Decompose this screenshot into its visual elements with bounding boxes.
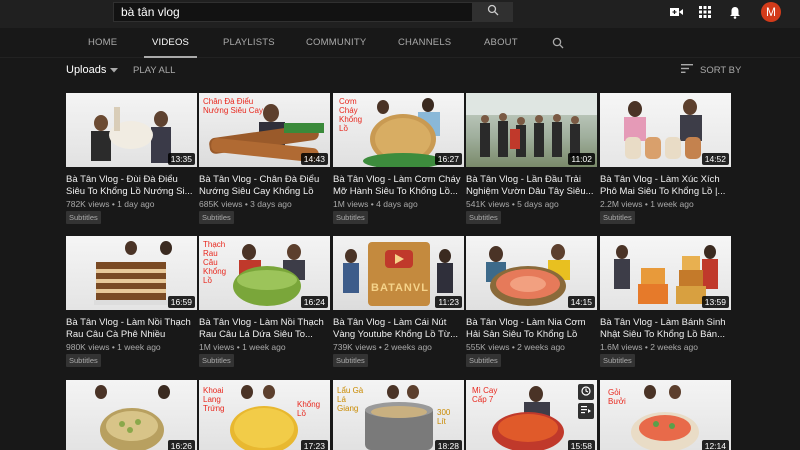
thumbnail-caption: Cơm Cháy Khổng Lồ [339, 97, 363, 133]
video-title[interactable]: Bà Tân Vlog - Làm Nồi Thạch Rau Câu Lá D… [199, 317, 330, 341]
watch-later-button[interactable] [578, 384, 594, 400]
video-title[interactable]: Bà Tân Vlog - Làm Xúc Xích Phô Mai Siêu … [600, 174, 731, 198]
masthead: M [0, 0, 800, 28]
tab-about[interactable]: ABOUT [484, 28, 518, 58]
subtitles-badge: Subtitles [600, 354, 635, 367]
duration-badge: 14:43 [300, 153, 328, 165]
video-thumbnail[interactable]: 14:52 [600, 93, 731, 167]
duration-badge: 11:02 [568, 153, 595, 165]
thumbnail-caption: Lẩu Gà Lá Giang [337, 386, 364, 413]
duration-badge: 16:24 [300, 296, 328, 308]
video-thumbnail[interactable]: Cơm Cháy Khổng Lồ 16:27 [333, 93, 464, 167]
video-metadata: 1M views • 4 days ago [333, 199, 418, 209]
uploads-dropdown[interactable]: Uploads [66, 64, 119, 76]
subtitles-badge: Subtitles [66, 211, 101, 224]
search-button[interactable] [473, 2, 513, 22]
duration-badge: 14:15 [567, 296, 595, 308]
queue-icon [581, 402, 591, 420]
search-box[interactable] [113, 2, 473, 22]
video-metadata: 980K views • 1 week ago [66, 342, 161, 352]
channel-search-icon[interactable] [552, 37, 564, 49]
duration-badge: 16:59 [167, 296, 195, 308]
duration-badge: 14:52 [701, 153, 729, 165]
video-metadata: 1M views • 1 week ago [199, 342, 286, 352]
video-thumbnail[interactable]: Mì Cay Cấp 7 15:58 [466, 380, 597, 450]
dropdown-caret-icon [110, 64, 119, 76]
video-camera-icon[interactable] [669, 5, 683, 19]
tab-channels[interactable]: CHANNELS [398, 28, 451, 58]
apps-grid-icon[interactable] [698, 5, 712, 19]
video-metadata: 541K views • 5 days ago [466, 199, 559, 209]
thumbnail-caption: Gỏi Bưởi [608, 388, 626, 406]
video-title[interactable]: Bà Tân Vlog - Làm Bánh Sinh Nhật Siêu To… [600, 317, 731, 341]
thumbnail-caption: Chân Đà Điểu Nướng Siêu Cay [203, 97, 263, 115]
video-thumbnail[interactable]: 16:26 [66, 380, 197, 450]
thumbnail-caption: 300 Lít [437, 408, 451, 426]
channel-tabs: HOME VIDEOS PLAYLISTS COMMUNITY CHANNELS… [0, 28, 800, 58]
video-title[interactable]: Bà Tân Vlog - Làm Nia Cơm Hải Sản Siêu T… [466, 317, 597, 341]
search-icon [487, 3, 499, 21]
video-thumbnail[interactable]: 13:59 [600, 236, 731, 310]
video-thumbnail[interactable]: Lẩu Gà Lá Giang 300 Lít 18:28 [333, 380, 464, 450]
video-thumbnail[interactable]: BATANVL 11:23 [333, 236, 464, 310]
tab-videos[interactable]: VIDEOS [143, 28, 198, 58]
subtitles-badge: Subtitles [466, 211, 501, 224]
duration-badge: 16:26 [167, 440, 195, 450]
thumbnail-caption: Thạch Rau Câu Khổng Lồ [203, 240, 227, 285]
video-metadata: 685K views • 3 days ago [199, 199, 292, 209]
sort-by-label: SORT BY [700, 64, 742, 76]
subtitles-badge: Subtitles [466, 354, 501, 367]
video-thumbnail[interactable]: Chân Đà Điểu Nướng Siêu Cay 14:43 [199, 93, 330, 167]
subtitles-badge: Subtitles [333, 354, 368, 367]
video-thumbnail[interactable]: 14:15 [466, 236, 597, 310]
uploads-label: Uploads [66, 64, 107, 76]
video-thumbnail[interactable]: Khoai Lang Trứng Khổng Lồ 17:23 [199, 380, 330, 450]
video-thumbnail[interactable]: 16:59 [66, 236, 197, 310]
video-title[interactable]: Bà Tân Vlog - Làm Cái Nút Vàng Youtube K… [333, 317, 464, 341]
video-title[interactable]: Bà Tân Vlog - Làm Nồi Thạch Rau Câu Cà P… [66, 317, 197, 341]
video-metadata: 782K views • 1 day ago [66, 199, 155, 209]
duration-badge: 13:35 [167, 153, 195, 165]
duration-badge: 11:23 [435, 296, 462, 308]
duration-badge: 16:27 [434, 153, 462, 165]
video-thumbnail[interactable]: 13:35 [66, 93, 197, 167]
video-metadata: 2.2M views • 1 week ago [600, 199, 694, 209]
bell-icon[interactable] [728, 5, 742, 19]
thumbnail-caption: BATANVL [371, 282, 429, 294]
duration-badge: 18:28 [434, 440, 462, 450]
tab-playlists[interactable]: PLAYLISTS [223, 28, 275, 58]
add-to-queue-button[interactable] [578, 403, 594, 419]
video-title[interactable]: Bà Tân Vlog - Đùi Đà Điểu Siêu To Khổng … [66, 174, 197, 198]
clock-icon [581, 383, 591, 401]
subtitles-badge: Subtitles [66, 354, 101, 367]
tab-community[interactable]: COMMUNITY [306, 28, 366, 58]
avatar[interactable]: M [761, 2, 781, 22]
video-thumbnail[interactable]: 11:02 [466, 93, 597, 167]
play-all-button[interactable]: PLAY ALL [133, 65, 175, 76]
filter-row: Uploads PLAY ALL SORT BY [0, 58, 800, 84]
sort-by-button[interactable]: SORT BY [681, 64, 741, 76]
video-metadata: 739K views • 2 weeks ago [333, 342, 432, 352]
duration-badge: 12:14 [701, 440, 729, 450]
video-title[interactable]: Bà Tân Vlog - Làm Cơm Cháy Mỡ Hành Siêu … [333, 174, 464, 198]
duration-badge: 15:58 [567, 440, 595, 450]
search-input[interactable] [114, 3, 472, 21]
video-metadata: 555K views • 2 weeks ago [466, 342, 565, 352]
sort-icon [681, 64, 693, 76]
video-thumbnail[interactable]: Thạch Rau Câu Khổng Lồ 16:24 [199, 236, 330, 310]
thumbnail-caption: Mì Cay Cấp 7 [472, 386, 498, 404]
thumbnail-caption: Khoai Lang Trứng [203, 386, 225, 413]
duration-badge: 17:23 [300, 440, 328, 450]
video-thumbnail[interactable]: Gỏi Bưởi 12:14 [600, 380, 731, 450]
subtitles-badge: Subtitles [199, 211, 234, 224]
video-title[interactable]: Bà Tân Vlog - Chân Đà Điểu Nướng Siêu Ca… [199, 174, 330, 198]
subtitles-badge: Subtitles [333, 211, 368, 224]
thumbnail-caption: Khổng Lồ [297, 400, 321, 418]
duration-badge: 13:59 [701, 296, 729, 308]
tab-home[interactable]: HOME [88, 28, 117, 58]
subtitles-badge: Subtitles [199, 354, 234, 367]
video-metadata: 1.6M views • 2 weeks ago [600, 342, 698, 352]
subtitles-badge: Subtitles [600, 211, 635, 224]
video-title[interactable]: Bà Tân Vlog - Lần Đầu Trải Nghiệm Vườn D… [466, 174, 597, 198]
